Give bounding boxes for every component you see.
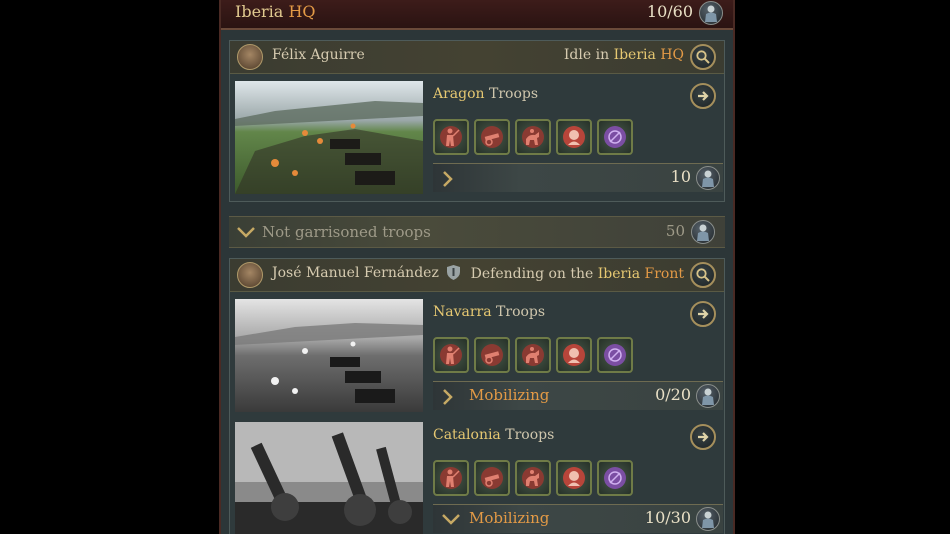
arrow-right-icon — [698, 309, 709, 319]
cavalry-slot[interactable] — [515, 337, 551, 373]
division-troop-count: 10 — [670, 167, 691, 186]
status-suffix: Front — [644, 266, 684, 282]
division-label: Troops — [496, 304, 546, 320]
hq-troop-count: 10/60 — [646, 2, 693, 21]
not-garrisoned-row[interactable]: Not garrisoned troops 50 — [229, 216, 725, 248]
general-portrait — [237, 44, 263, 70]
soldier-portrait-icon — [568, 471, 580, 486]
hq-header: Iberia HQ 10/60 — [221, 0, 733, 30]
infantry-slot[interactable] — [433, 337, 469, 373]
division-aragon: Aragon Troops 10 — [230, 79, 724, 196]
division-image — [235, 81, 423, 194]
shield-icon — [447, 265, 461, 280]
status-prefix: Idle in — [563, 47, 610, 63]
division-status: Mobilizing — [469, 386, 550, 404]
general-portrait — [237, 262, 263, 288]
general-status: Idle in Iberia HQ — [564, 47, 684, 63]
general-status: Defending on the Iberia Front — [447, 265, 684, 282]
search-button[interactable] — [690, 262, 716, 288]
infantry-icon — [446, 469, 460, 487]
division-troop-count: 0/20 — [655, 385, 691, 404]
cavalry-slot[interactable] — [515, 119, 551, 155]
soldier-portrait-icon — [568, 130, 580, 145]
special-unit-icon — [608, 471, 622, 485]
division-navarra: Navarra Troops Mobilizing 0/20 — [230, 297, 724, 414]
special-unit-slot[interactable] — [597, 337, 633, 373]
arrow-right-icon — [698, 432, 709, 442]
artillery-icon — [484, 133, 500, 146]
status-prefix: Defending on the — [470, 266, 594, 282]
division-region: Aragon — [433, 86, 485, 102]
hq-region: Iberia — [235, 2, 284, 21]
chevron-right-icon — [443, 171, 453, 187]
division-name: Navarra Troops — [433, 304, 545, 320]
artillery-icon — [484, 351, 500, 364]
artillery-slot[interactable] — [474, 337, 510, 373]
status-place: Iberia — [597, 266, 641, 282]
division-name: Catalonia Troops — [433, 427, 554, 443]
division-troop-count: 10/30 — [644, 508, 691, 527]
division-region: Catalonia — [433, 427, 501, 443]
arrow-right-icon — [698, 91, 709, 101]
general-row[interactable]: Félix Aguirre Idle in Iberia HQ — [230, 41, 724, 74]
soldier-portrait-icon — [568, 348, 580, 363]
open-division-button[interactable] — [690, 301, 716, 327]
infantry-slot[interactable] — [433, 460, 469, 496]
division-label: Troops — [489, 86, 539, 102]
division-label: Troops — [505, 427, 555, 443]
chevron-right-icon — [443, 389, 453, 405]
infantry-slot[interactable] — [433, 119, 469, 155]
search-icon — [696, 50, 710, 64]
soldier-portrait-slot[interactable] — [556, 337, 592, 373]
soldier-icon — [696, 166, 720, 190]
division-status-bar[interactable]: Mobilizing 0/20 — [433, 381, 723, 410]
cavalry-slot[interactable] — [515, 460, 551, 496]
search-icon — [696, 268, 710, 282]
special-unit-slot[interactable] — [597, 119, 633, 155]
hq-title: Iberia HQ — [235, 2, 316, 21]
special-unit-slot[interactable] — [597, 460, 633, 496]
general-name: José Manuel Fernández — [272, 265, 439, 281]
soldier-icon — [696, 384, 720, 408]
not-garrisoned-label: Not garrisoned troops — [262, 223, 431, 241]
general-name: Félix Aguirre — [272, 47, 365, 63]
open-division-button[interactable] — [690, 83, 716, 109]
chevron-down-icon — [442, 514, 460, 525]
division-image — [235, 299, 423, 412]
artillery-icon — [484, 474, 500, 487]
status-suffix: HQ — [660, 47, 684, 63]
special-unit-icon — [608, 348, 622, 362]
division-region: Navarra — [433, 304, 492, 320]
open-division-button[interactable] — [690, 424, 716, 450]
division-image — [235, 422, 423, 534]
army-card: José Manuel Fernández Defending on the I… — [229, 258, 725, 534]
cavalry-icon — [526, 347, 539, 363]
hq-suffix: HQ — [288, 2, 316, 21]
division-name: Aragon Troops — [433, 86, 538, 102]
division-status-bar[interactable]: 10 — [433, 163, 723, 192]
hq-panel: Iberia HQ 10/60 Félix Aguirre Idle in Ib… — [219, 0, 735, 534]
artillery-slot[interactable] — [474, 460, 510, 496]
not-garrisoned-count: 50 — [665, 222, 685, 240]
infantry-icon — [446, 128, 460, 146]
soldier-icon — [691, 220, 715, 244]
cavalry-icon — [526, 470, 539, 486]
soldier-icon — [696, 507, 720, 531]
infantry-icon — [446, 346, 460, 364]
division-catalonia: Catalonia Troops Mobilizing 10/30 — [230, 420, 724, 534]
soldier-portrait-slot[interactable] — [556, 119, 592, 155]
artillery-slot[interactable] — [474, 119, 510, 155]
soldier-icon — [699, 1, 723, 25]
division-status-bar[interactable]: Mobilizing 10/30 — [433, 504, 723, 533]
search-button[interactable] — [690, 44, 716, 70]
army-card: Félix Aguirre Idle in Iberia HQ Aragon T… — [229, 40, 725, 202]
status-place: Iberia — [613, 47, 656, 63]
general-row[interactable]: José Manuel Fernández Defending on the I… — [230, 259, 724, 292]
division-status: Mobilizing — [469, 509, 550, 527]
special-unit-icon — [608, 130, 622, 144]
soldier-portrait-slot[interactable] — [556, 460, 592, 496]
chevron-down-icon — [237, 227, 255, 238]
cavalry-icon — [526, 129, 539, 145]
